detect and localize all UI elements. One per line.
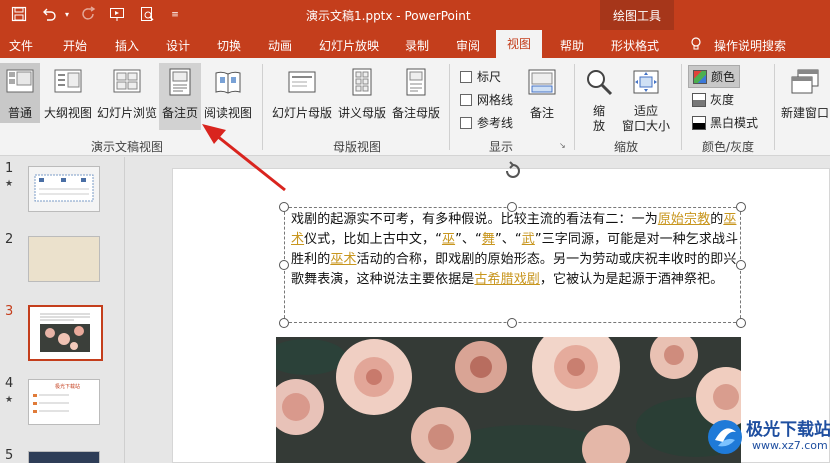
reading-view-icon — [202, 67, 254, 100]
slide-sorter-icon — [96, 67, 158, 100]
tell-me-search[interactable]: 操作说明搜索 — [714, 37, 786, 54]
black-white-swatch-icon — [692, 116, 706, 130]
grayscale-swatch-icon — [692, 93, 706, 107]
save-icon[interactable] — [10, 6, 28, 24]
resize-handle[interactable] — [507, 318, 517, 328]
group-label-show: 显示 — [489, 140, 514, 154]
slide-sorter-button[interactable]: 幻灯片浏览 — [96, 63, 158, 123]
handout-master-button[interactable]: 讲义母版 — [335, 63, 389, 123]
watermark-logo-icon — [708, 420, 742, 454]
resize-handle[interactable] — [736, 318, 746, 328]
tab-design[interactable]: 设计 — [166, 37, 190, 54]
notes-page-icon — [159, 67, 201, 100]
link-primitive-religion[interactable]: 原始宗教 — [658, 212, 710, 227]
resize-handle[interactable] — [279, 318, 289, 328]
notes-text[interactable]: 戏剧的起源实不可考，有多种假说。比较主流的看法有二：一为原始宗教的巫术仪式，比如… — [291, 210, 739, 290]
tab-record[interactable]: 录制 — [405, 37, 429, 54]
group-label-presentation-views: 演示文稿视图 — [91, 140, 164, 154]
notes-icon — [522, 67, 562, 100]
outline-view-icon — [42, 67, 94, 100]
resize-handle[interactable] — [279, 202, 289, 212]
watermark-url: www.xz7.com — [752, 439, 828, 452]
tab-view[interactable]: 视图 — [496, 30, 543, 58]
normal-view-icon — [0, 67, 40, 100]
watermark-logo: 极光下载站 www.xz7.com — [706, 412, 830, 462]
ribbon-separator — [774, 64, 775, 150]
redo-icon[interactable] — [80, 6, 98, 24]
fit-to-window-button[interactable]: 适应 窗口大小 — [619, 63, 673, 133]
undo-icon[interactable] — [40, 6, 58, 24]
slide-number: 4 — [5, 376, 14, 391]
tab-transitions[interactable]: 切换 — [217, 37, 241, 54]
black-white-mode-button[interactable]: 黑白模式 — [688, 112, 762, 133]
tell-me-icon[interactable] — [690, 37, 702, 54]
normal-view-button[interactable]: 普通 — [0, 63, 40, 123]
watermark-name: 极光下载站 — [746, 420, 830, 440]
tab-animations[interactable]: 动画 — [268, 37, 292, 54]
tab-shape-format[interactable]: 形状格式 — [611, 37, 659, 54]
document-title: 演示文稿1.pptx - PowerPoint — [306, 9, 471, 23]
slide-thumbnail-3[interactable] — [28, 305, 103, 361]
link-martial[interactable]: 武 — [522, 232, 535, 247]
customize-toolbar-icon[interactable]: ≡ — [166, 6, 184, 24]
ribbon-separator — [681, 64, 682, 150]
slide-number: 2 — [5, 232, 14, 247]
tab-slideshow[interactable]: 幻灯片放映 — [319, 37, 379, 54]
slide-thumbnail-4[interactable]: 极光下载站 — [28, 379, 100, 425]
rotate-handle-icon[interactable] — [502, 160, 524, 182]
magnifier-icon — [581, 67, 617, 100]
animation-star-icon: ★ — [5, 179, 14, 189]
group-label-color: 颜色/灰度 — [702, 140, 755, 154]
title-bar: ▾ ≡ 演示文稿1.pptx - PowerPoint — [0, 0, 830, 30]
outline-view-button[interactable]: 大纲视图 — [42, 63, 94, 123]
link-dance[interactable]: 舞 — [482, 232, 495, 247]
ruler-checkbox[interactable]: 标尺 — [460, 68, 501, 85]
gridlines-checkbox[interactable]: 网格线 — [460, 91, 513, 108]
slide-master-icon — [270, 67, 334, 100]
new-window-button[interactable]: 新建窗口 — [780, 63, 830, 123]
tab-home[interactable]: 开始 — [63, 37, 87, 54]
show-dialog-launcher-icon[interactable]: ↘ — [559, 141, 566, 150]
handout-master-icon — [335, 67, 389, 100]
group-label-zoom: 缩放 — [614, 140, 639, 154]
slide-number: 5 — [5, 448, 14, 463]
group-label-master-views: 母版视图 — [333, 140, 382, 154]
undo-dropdown-icon[interactable]: ▾ — [58, 6, 76, 24]
animation-star-icon: ★ — [5, 395, 14, 405]
slide-number: 3 — [5, 304, 14, 319]
slide-image-roses[interactable] — [276, 337, 741, 463]
color-mode-button[interactable]: 颜色 — [688, 65, 741, 88]
start-from-beginning-icon[interactable] — [108, 6, 126, 24]
ribbon-separator — [449, 64, 450, 150]
tab-help[interactable]: 帮助 — [560, 37, 584, 54]
slide-thumbnail-1[interactable] — [28, 166, 100, 212]
zoom-button[interactable]: 缩放 — [581, 63, 617, 133]
fit-window-icon — [619, 67, 673, 100]
annotation-arrow-icon — [202, 124, 286, 192]
slide-thumbnail-5[interactable] — [28, 451, 100, 463]
link-greek-drama[interactable]: 古希腊戏剧 — [474, 272, 540, 287]
notes-master-icon — [389, 67, 443, 100]
guides-checkbox[interactable]: 参考线 — [460, 114, 513, 131]
print-preview-icon[interactable] — [138, 6, 156, 24]
tab-insert[interactable]: 插入 — [115, 37, 139, 54]
contextual-group-title: 绘图工具 — [613, 9, 662, 23]
grayscale-mode-button[interactable]: 灰度 — [688, 89, 738, 110]
color-swatch-icon — [693, 70, 707, 84]
slide-thumbnail-2[interactable] — [28, 236, 100, 282]
resize-handle[interactable] — [279, 260, 289, 270]
notes-button[interactable]: 备注 — [522, 63, 562, 123]
notes-master-button[interactable]: 备注母版 — [389, 63, 443, 123]
new-window-icon — [780, 67, 830, 100]
tab-review[interactable]: 审阅 — [456, 37, 480, 54]
link-wu-shaman[interactable]: 巫 — [442, 232, 455, 247]
tab-file[interactable]: 文件 — [9, 37, 33, 54]
slide-number: 1 — [5, 161, 14, 176]
ribbon-separator — [574, 64, 575, 150]
link-witchcraft-2[interactable]: 巫术 — [330, 252, 356, 267]
